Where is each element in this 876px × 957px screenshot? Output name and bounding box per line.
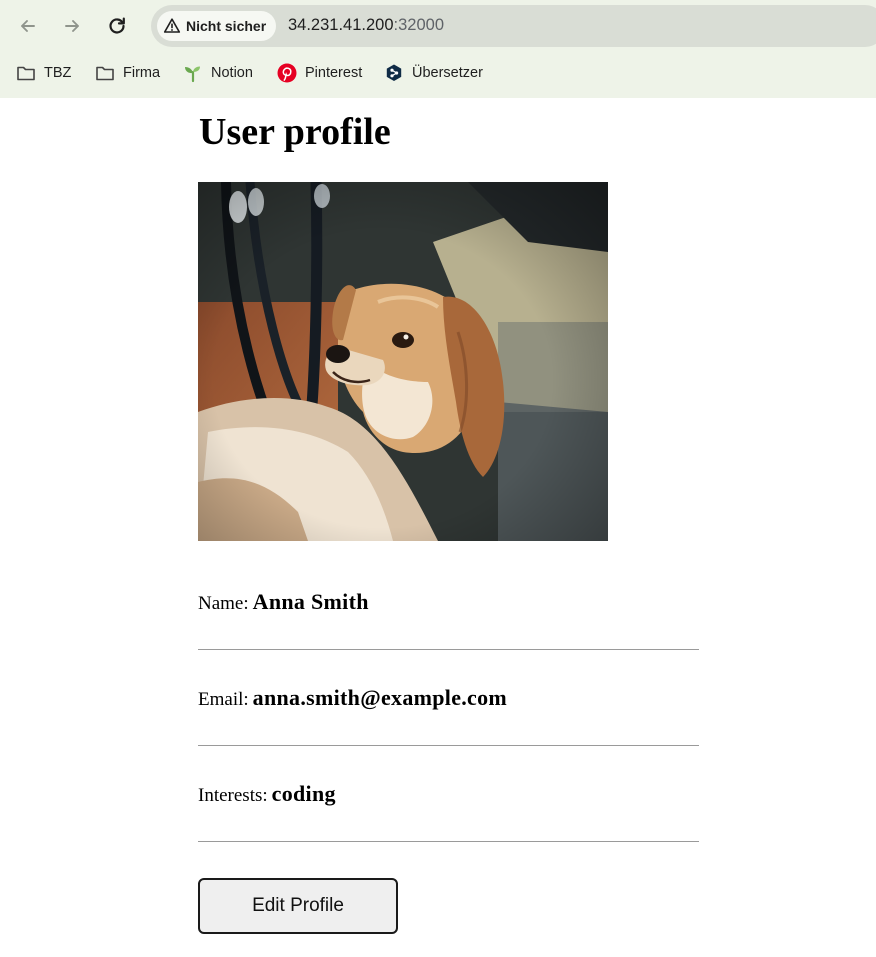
bookmark-label: Pinterest bbox=[305, 65, 363, 81]
name-label: Name: bbox=[198, 593, 249, 614]
page-title: User profile bbox=[199, 111, 391, 153]
back-button[interactable] bbox=[13, 11, 43, 41]
sprout-icon bbox=[185, 66, 200, 83]
address-bar[interactable]: Nicht sicher 34.231.41.200:32000 bbox=[151, 5, 876, 47]
bookmark-uebersetzer[interactable]: Übersetzer bbox=[384, 60, 483, 86]
bookmark-tbz[interactable]: TBZ bbox=[16, 60, 71, 86]
bookmark-firma[interactable]: Firma bbox=[95, 60, 160, 86]
bookmark-label: Notion bbox=[211, 65, 253, 81]
interests-label: Interests: bbox=[198, 785, 268, 806]
deepl-icon bbox=[386, 64, 402, 81]
arrow-right-icon bbox=[65, 20, 79, 32]
url-text[interactable]: 34.231.41.200:32000 bbox=[288, 16, 444, 35]
name-value: Anna Smith bbox=[252, 589, 369, 614]
security-label: Nicht sicher bbox=[186, 18, 267, 34]
forward-button[interactable] bbox=[57, 11, 87, 41]
folder-icon bbox=[96, 66, 114, 81]
folder-icon bbox=[17, 66, 35, 81]
reload-icon bbox=[109, 17, 125, 34]
url-host: 34.231.41.200 bbox=[288, 16, 394, 34]
bookmark-pinterest[interactable]: Pinterest bbox=[277, 60, 362, 86]
url-port: :32000 bbox=[393, 16, 444, 34]
warning-icon bbox=[163, 18, 181, 33]
bookmark-notion[interactable]: Notion bbox=[183, 60, 253, 86]
bookmark-label: Übersetzer bbox=[412, 65, 483, 81]
bookmarks-bar: TBZ Firma Notion Pinterest Übersetzer bbox=[0, 58, 876, 88]
pinterest-icon bbox=[277, 63, 297, 83]
email-row: Email: anna.smith@example.com bbox=[198, 649, 699, 746]
profile-photo bbox=[198, 182, 608, 541]
edit-profile-button[interactable]: Edit Profile bbox=[198, 878, 398, 934]
interests-value: coding bbox=[271, 781, 336, 806]
security-indicator[interactable]: Nicht sicher bbox=[157, 11, 277, 41]
arrow-left-icon bbox=[21, 20, 35, 32]
name-row: Name: Anna Smith bbox=[198, 553, 699, 650]
email-label: Email: bbox=[198, 689, 249, 710]
reload-button[interactable] bbox=[102, 11, 132, 41]
browser-toolbar: Nicht sicher 34.231.41.200:32000 TBZ Fir… bbox=[0, 0, 876, 98]
bookmark-label: Firma bbox=[123, 65, 161, 81]
email-value: anna.smith@example.com bbox=[252, 685, 508, 710]
interests-row: Interests: coding bbox=[198, 745, 699, 842]
bookmark-label: TBZ bbox=[44, 65, 72, 81]
